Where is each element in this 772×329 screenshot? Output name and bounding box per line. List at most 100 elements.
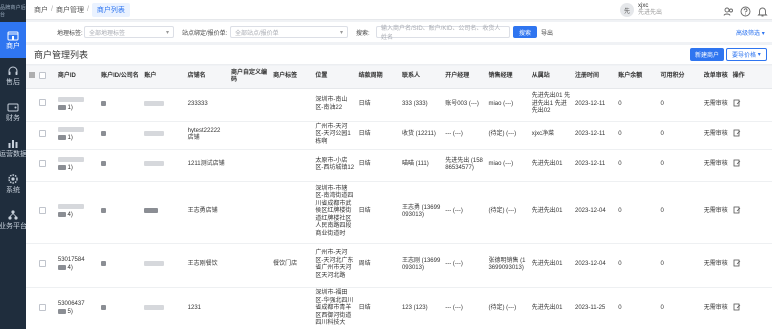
table-row[interactable]: 1) 1211测试店铺 太原市-小店区-西坊城镇12 日结 喵喵 (111) 先… [26,149,772,182]
edit-icon[interactable] [733,129,741,137]
redacted-account [101,305,107,311]
row-spacer [26,121,38,150]
select-all-cell [37,66,56,89]
help-icon[interactable] [740,4,751,17]
point-select[interactable]: 全部站点/报价单 ▾ [230,26,348,38]
column-settings-cell[interactable] [26,66,38,89]
column-header: 操作 [730,66,772,89]
export-button[interactable]: 导出 [536,26,558,38]
edit-icon[interactable] [733,303,741,311]
breadcrumb-item-merchant-manage[interactable]: 商户管理 [56,5,84,15]
row-spacer [26,243,38,288]
select-all-checkbox[interactable] [39,71,47,79]
account-cell [142,287,186,329]
sidebar-item-operations[interactable]: 运营数据 [0,130,27,166]
table-row[interactable]: 53006437 5) 1231 深圳市-福田区-华强北四川省成都市青羊区西御河… [26,287,772,329]
shop-name-cell: 1211测试店铺 [185,149,229,182]
action-cell [730,88,772,122]
points-cell: 0 [658,181,702,244]
sidebar-item-finance[interactable]: 财务 [0,94,26,130]
shop-name-cell: hytest22222 店铺 [185,121,229,150]
location-cell: 广州市-天河区-天河公园1栋啊 [313,121,357,150]
edit-icon[interactable] [733,206,741,214]
merchant-id-cell: 1) [55,88,100,122]
row-checkbox[interactable] [39,259,47,267]
redacted-account [144,208,159,214]
redacted-id [57,127,84,133]
user-menu[interactable]: 先 xjxc 先进先出 [620,3,662,17]
sidebar-item-label: 财务 [6,115,20,122]
custom-code-cell [228,88,272,122]
action-cell [730,121,772,150]
sales-manager-cell: (待定) (---) [486,121,530,150]
merchant-id-suffix: 4) [67,212,73,219]
user-info: xjxc 先进先出 [638,3,662,17]
gear-icon [7,173,19,185]
breadcrumb-item-current: 商户列表 [91,2,130,17]
sidebar-item-system[interactable]: 系统 [0,166,26,202]
sidebar-item-label: 运营数据 [0,151,27,158]
account-manager-cell: --- (---) [443,181,487,244]
table-row[interactable]: 4) 王志勇店铺 深圳市-市辖区-南湾街道四川省成都市武侯区红牌楼街道红牌楼社区… [26,181,772,244]
point-select-placeholder: 全部站点/报价单 [235,30,279,37]
region-select[interactable]: 全部地理标签 ▾ [84,26,174,38]
action-cell [730,181,772,244]
row-checkbox[interactable] [39,303,47,311]
sidebar-item-merchant[interactable]: 商户 [0,22,26,58]
new-merchant-button[interactable]: 新建商户 [690,48,725,61]
account-cell [142,88,186,122]
row-checkbox[interactable] [39,129,47,137]
shop-name-cell: 王志勇店铺 [185,181,229,244]
custom-code-cell [228,149,272,182]
redacted-account [144,161,165,167]
row-checkbox[interactable] [39,206,47,214]
redacted-id [57,104,66,110]
search-input[interactable]: 输入商户名/SID、账户/KID、公司名、收货人姓名 [376,26,510,41]
row-spacer [26,287,38,329]
column-settings-icon[interactable] [28,71,36,79]
bell-icon[interactable] [757,4,768,17]
edit-icon[interactable] [733,99,741,107]
export-price-label: 要导价格 [732,53,757,59]
sidebar-item-aftersale[interactable]: 售后 [0,58,26,94]
avatar: 先 [620,3,634,17]
merchant-table-container: 商户ID 账户ID/公司名 账户 店铺名 商户自定义编码 商户标签 位置 结款周… [26,66,772,329]
table-row[interactable]: 1) 233333 深圳市-南山区-南油22 日结 333 (333) 账号00… [26,88,772,122]
app-root: 品牌商户后台 商户 售后 财务 运营数据 系统 业务平台 商户 / 商户管理 /… [0,0,772,329]
redacted-account [144,131,165,137]
row-select-cell [37,181,56,244]
search-button[interactable]: 搜索 [513,26,538,38]
table-row[interactable]: 53017584 4) 王志刚餐饮 餐饮门店 广州市-天河区-天河北广东省广州市… [26,243,772,288]
column-header: 店铺名 [185,66,229,89]
sidebar-item-business-platform[interactable]: 业务平台 [0,202,27,238]
action-cell [730,243,772,288]
merchant-tag-cell [271,287,314,329]
audit-cell: 无需审核 [701,88,731,122]
shop-name-cell: 1231 [185,287,229,329]
points-cell: 0 [658,243,702,288]
merchant-id-suffix: 5) [67,309,73,316]
column-header: 账户余额 [616,66,659,89]
breadcrumb-item-merchant[interactable]: 商户 [34,5,48,15]
balance-cell: 0 [616,88,659,122]
export-price-button[interactable]: 要导价格 ▾ [726,48,767,61]
redacted-account [101,100,107,106]
edit-icon[interactable] [733,159,741,167]
table-row[interactable]: 1) hytest22222 店铺 广州市-天河区-天河公园1栋啊 日结 收货 … [26,121,772,150]
user-station: 先进先出 [638,10,663,16]
column-header: 销售经理 [486,66,530,89]
advanced-filter-toggle[interactable]: 高级筛选 ▾ [736,28,765,37]
row-checkbox[interactable] [39,159,47,167]
chevron-down-icon: ▾ [757,52,761,58]
edit-icon[interactable] [733,259,741,267]
balance-cell: 0 [616,243,659,288]
account-id-cell [99,181,143,244]
user-switch-icon[interactable] [723,4,734,16]
account-id-cell [99,287,143,329]
redacted-id [57,96,84,102]
row-checkbox[interactable] [39,99,47,107]
settlement-cycle-cell: 日结 [356,287,400,329]
contact-cell: 喵喵 (111) [399,149,444,182]
custom-code-cell [228,121,272,150]
column-header: 可用积分 [658,66,702,89]
